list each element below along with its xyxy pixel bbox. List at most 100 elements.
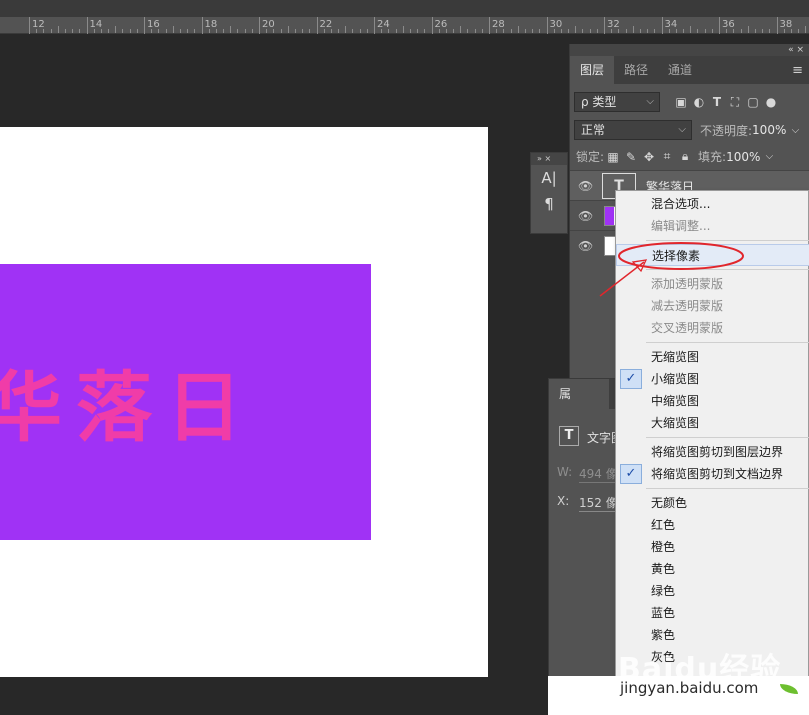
ruler-major-tick — [431, 17, 433, 34]
horizontal-ruler[interactable]: 12 14 16 18 20 22 24 26 28 30 32 34 36 38 — [0, 17, 809, 34]
ruler-minor-tick — [381, 29, 383, 33]
filter-pixel-icon[interactable]: ▣ — [672, 95, 690, 109]
ruler-minor-tick — [675, 29, 677, 33]
ruler-minor-tick — [589, 29, 591, 33]
ruler-major-tick — [604, 17, 605, 34]
ruler-minor-tick — [122, 29, 124, 33]
ruler-minor-tick — [280, 29, 282, 33]
filter-smart-object-icon[interactable]: ▢ — [744, 95, 762, 109]
filter-shape-icon[interactable]: ⛶ — [726, 95, 744, 110]
ruler-minor-tick — [769, 29, 771, 33]
visibility-eye-icon[interactable]: 👁︎ — [578, 209, 593, 223]
ruler-minor-tick — [417, 29, 419, 33]
lock-position-icon[interactable]: ✥ — [640, 150, 658, 164]
visibility-eye-icon[interactable]: 👁︎ — [578, 239, 593, 253]
ruler-minor-tick — [754, 29, 756, 33]
menu-item: 交叉透明蒙版 — [651, 321, 724, 335]
ruler-minor-tick — [388, 29, 390, 33]
fill-value[interactable]: 100% — [726, 150, 760, 164]
layer-filter-select[interactable]: ρ 类型 ⌵ — [574, 92, 660, 112]
fill-dropdown-icon[interactable]: ⌵ — [760, 151, 778, 162]
menu-item[interactable]: 将缩览图剪切到图层边界 — [616, 441, 809, 463]
panel-collapse-icon[interactable]: « × — [570, 44, 809, 56]
lock-all-icon[interactable]: 🔒︎ — [676, 149, 694, 164]
character-panel-icon[interactable]: A| — [531, 165, 567, 191]
menu-separator — [646, 269, 809, 270]
ruler-minor-tick — [481, 29, 483, 33]
ruler-minor-tick — [244, 29, 246, 33]
ruler-minor-tick — [230, 26, 232, 33]
menu-item[interactable]: 无缩览图 — [616, 346, 809, 368]
opacity-dropdown-icon[interactable]: ⌵ — [786, 125, 804, 136]
ruler-minor-tick — [474, 29, 476, 33]
ruler-minor-tick — [136, 29, 138, 33]
ruler-major-tick — [661, 17, 663, 34]
opacity-label: 不透明度: — [700, 123, 753, 138]
layer-context-menu: 混合选项... 编辑调整... 选择像素 添加透明蒙版 减去透明蒙版 交叉透明蒙版 无缩览图… — [615, 190, 809, 678]
tab-properties[interactable]: 属 — [549, 379, 609, 409]
ruler-minor-tick — [726, 29, 728, 33]
ruler-major-tick — [546, 17, 548, 34]
menu-item[interactable]: 紫色 — [616, 624, 809, 646]
menu-item[interactable]: 选择像素 — [616, 244, 809, 266]
lock-artboard-icon[interactable]: ⌗ — [658, 149, 676, 164]
ruler-minor-tick — [158, 29, 160, 33]
menu-item[interactable]: 中缩览图 — [616, 390, 809, 412]
ruler-major-tick — [719, 17, 720, 34]
lock-brush-icon[interactable]: ✎ — [622, 150, 640, 164]
menu-item[interactable]: 小缩览图 — [616, 368, 809, 390]
tab-channels[interactable]: 通道 — [658, 56, 702, 84]
canvas-text: 华落日 — [0, 363, 256, 452]
ruler-minor-tick — [632, 26, 634, 33]
ruler-minor-tick — [503, 29, 505, 33]
paragraph-panel-icon[interactable]: ¶ — [531, 191, 567, 217]
menu-separator — [646, 488, 809, 489]
filter-type-icon[interactable]: T — [708, 95, 726, 109]
panel-menu-icon[interactable]: ≡ — [792, 63, 803, 78]
tab-paths[interactable]: 路径 — [614, 56, 658, 84]
menu-item[interactable]: 橙色 — [616, 536, 809, 558]
ruler-minor-tick — [352, 29, 354, 33]
ruler-minor-tick — [798, 29, 800, 33]
mini-panel-collapse-icon[interactable]: » × — [531, 153, 567, 165]
menu-item[interactable]: 混合选项... — [616, 193, 809, 215]
ruler-minor-tick — [302, 29, 304, 33]
ruler-minor-tick — [129, 29, 131, 33]
filter-adjustment-icon[interactable]: ◐ — [690, 95, 708, 109]
menu-item[interactable]: 蓝色 — [616, 602, 809, 624]
lock-label: 锁定: — [576, 150, 605, 164]
menu-item: 减去透明蒙版 — [651, 299, 724, 313]
menu-item[interactable]: 将缩览图剪切到文档边界 — [616, 463, 809, 485]
menu-item[interactable]: 绿色 — [616, 580, 809, 602]
ruler-minor-tick — [496, 29, 498, 33]
lock-row: 锁定: ▦ ✎ ✥ ⌗ 🔒︎ 填充: 100% ⌵ — [570, 148, 809, 165]
menu-item: 编辑调整... — [651, 219, 711, 233]
ruler-minor-tick — [510, 29, 512, 33]
tab-layers[interactable]: 图层 — [570, 56, 615, 84]
ruler-minor-tick — [733, 29, 735, 33]
options-bar — [0, 0, 809, 17]
ruler-minor-tick — [805, 26, 807, 33]
ruler-minor-tick — [611, 29, 613, 33]
ruler-minor-tick — [575, 26, 577, 33]
width-label: W: — [557, 465, 573, 479]
ruler-minor-tick — [273, 29, 275, 33]
filter-toggle-icon[interactable]: ● — [762, 95, 780, 109]
menu-separator — [646, 240, 809, 241]
visibility-eye-icon[interactable]: 👁︎ — [578, 179, 593, 193]
blend-mode-select[interactable]: 正常 ⌵ — [574, 120, 692, 140]
ruler-minor-tick — [402, 26, 404, 33]
fill-label: 填充: — [698, 150, 727, 164]
lock-transparent-icon[interactable]: ▦ — [604, 150, 622, 164]
panel-tabs: 图层 路径 通道 — [570, 56, 809, 84]
ruler-minor-tick — [697, 29, 699, 33]
menu-item[interactable]: 大缩览图 — [616, 412, 809, 434]
menu-item[interactable]: 无颜色 — [616, 492, 809, 514]
menu-item[interactable]: 黄色 — [616, 558, 809, 580]
ruler-minor-tick — [79, 29, 81, 33]
ruler-minor-tick — [625, 29, 627, 33]
opacity-value[interactable]: 100% — [752, 123, 786, 137]
menu-item[interactable]: 红色 — [616, 514, 809, 536]
ruler-minor-tick — [524, 29, 526, 33]
ruler-minor-tick — [453, 29, 455, 33]
